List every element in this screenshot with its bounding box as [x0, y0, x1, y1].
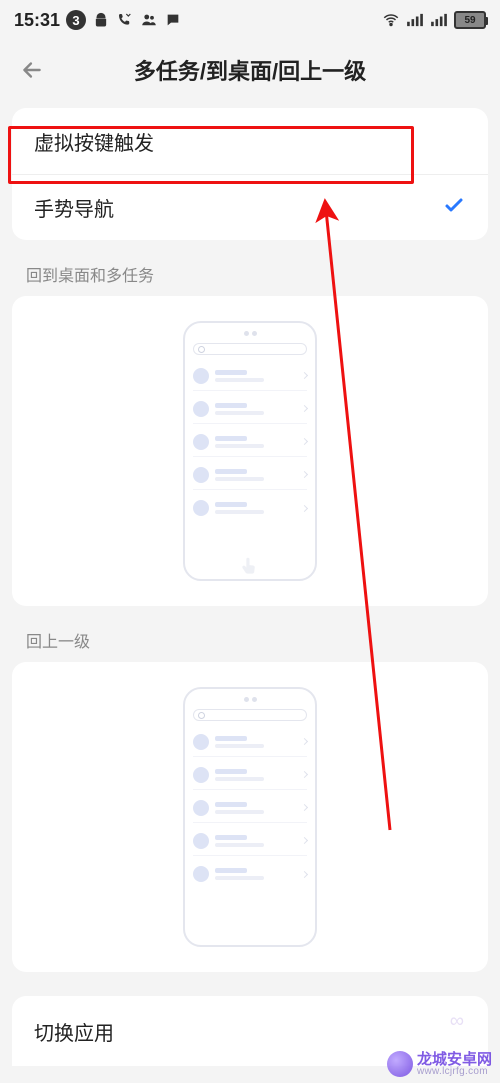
status-bar: 15:31 3 59 [0, 0, 500, 40]
signal-2-icon [430, 11, 448, 29]
arrow-left-icon [19, 57, 45, 83]
option-virtual-keys[interactable]: 虚拟按键触发 [12, 108, 488, 174]
notification-count-badge: 3 [66, 10, 86, 30]
android-icon [92, 11, 110, 29]
watermark-title: 龙城安卓网 [417, 1052, 492, 1067]
phone-mock-illustration [183, 321, 317, 581]
watermark-url: www.lcjrfg.com [417, 1067, 492, 1077]
section-label-switch: 切换应用 [34, 1017, 114, 1046]
demo-card-back [12, 662, 488, 972]
contacts-icon [140, 11, 158, 29]
option-label: 手势导航 [34, 193, 114, 222]
chat-icon [164, 11, 182, 29]
section-label-back: 回上一级 [0, 606, 500, 662]
option-gesture-nav[interactable]: 手势导航 [12, 174, 488, 240]
phone-mock-illustration [183, 687, 317, 947]
page-title: 多任务/到桌面/回上一级 [0, 54, 500, 86]
phone-missed-icon [116, 11, 134, 29]
page-header: 多任务/到桌面/回上一级 [0, 40, 500, 100]
status-time: 15:31 [14, 10, 60, 31]
signal-1-icon [406, 11, 424, 29]
infinity-icon: ∞ [450, 1010, 464, 1033]
demo-card-home [12, 296, 488, 606]
nav-mode-options: 虚拟按键触发 手势导航 [12, 108, 488, 240]
battery-icon: 59 [454, 11, 486, 29]
watermark: 龙城安卓网 www.lcjrfg.com [387, 1051, 492, 1077]
gesture-hand-icon [239, 555, 261, 577]
wifi-icon [382, 11, 400, 29]
watermark-logo-icon [387, 1051, 413, 1077]
back-button[interactable] [12, 50, 52, 90]
section-label-home: 回到桌面和多任务 [0, 240, 500, 296]
option-label: 虚拟按键触发 [34, 127, 154, 156]
checkmark-icon [442, 193, 466, 223]
